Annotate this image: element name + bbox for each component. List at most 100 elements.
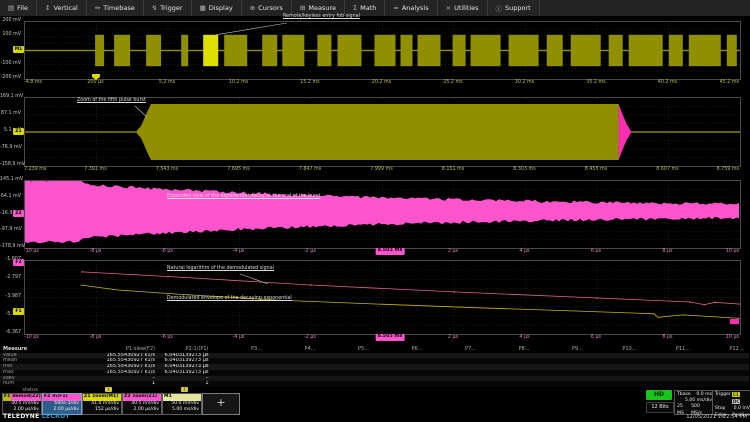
x-axis-label: 7.999 ms bbox=[370, 167, 392, 173]
x-axis-label: 30.2 ms bbox=[515, 80, 534, 86]
trace-descriptor-z2[interactable]: Z2zoom(Z1)40.5 mV/div2.00 µs/div bbox=[122, 393, 162, 415]
menu-item-label: Math bbox=[360, 4, 376, 12]
horizontal-scale: 152 µs/div bbox=[83, 407, 121, 413]
menu-measure-icon: ⊞ bbox=[300, 4, 305, 12]
burst bbox=[401, 35, 413, 66]
menu-file-icon: ▤ bbox=[8, 4, 14, 12]
trace-point-marker bbox=[310, 284, 311, 285]
trace-source: zoom(Z1) bbox=[132, 394, 161, 401]
x-axis-label: -4.8 ms bbox=[24, 80, 42, 86]
annotation-leader-line bbox=[135, 106, 147, 117]
x-axis-label: 8 µs bbox=[662, 249, 672, 255]
zoom-end-marker bbox=[730, 319, 739, 324]
hd-mode-indicator: HD bbox=[646, 390, 672, 400]
grid-4-plot[interactable] bbox=[24, 260, 741, 335]
menu-utilities-icon: × bbox=[446, 4, 451, 12]
trace-name: M1 bbox=[163, 394, 201, 401]
grid-2-plot[interactable] bbox=[24, 97, 741, 167]
trace-source: zoom(M1) bbox=[92, 394, 121, 401]
trace-name: F1 bbox=[3, 394, 11, 401]
zoom-position-badge[interactable]: 8.503 ms bbox=[376, 248, 405, 255]
x-axis-label: -4 µs bbox=[233, 335, 245, 341]
menu-display-icon: ▦ bbox=[200, 4, 206, 12]
menu-item-analysis[interactable]: ≈Analysis bbox=[385, 0, 437, 16]
x-axis-label: 15.2 ms bbox=[300, 80, 319, 86]
descriptor-header: F1demod(Z2) bbox=[3, 394, 41, 401]
trigger-label: Trigger bbox=[715, 392, 731, 406]
trigger-chips: C1 DC bbox=[731, 392, 750, 406]
x-axis-label: 2 µs bbox=[448, 249, 458, 255]
menu-item-vertical[interactable]: ↕Vertical bbox=[37, 0, 87, 16]
x-axis-label: -8 µs bbox=[90, 335, 102, 341]
burst bbox=[471, 35, 501, 66]
trace-source: ln(F1) bbox=[51, 394, 81, 401]
y-axis-label: 145.1 mV bbox=[0, 177, 21, 183]
menu-item-support[interactable]: ⓘSupport bbox=[488, 0, 540, 16]
y-axis-label: 64.1 mV bbox=[0, 194, 21, 200]
grid-3-plot[interactable] bbox=[24, 180, 741, 249]
x-axis-label: 7.543 ms bbox=[156, 167, 178, 173]
burst bbox=[262, 35, 277, 66]
burst bbox=[181, 35, 188, 66]
menu-item-utilities[interactable]: ×Utilities bbox=[438, 0, 488, 16]
menu-support-icon: ⓘ bbox=[496, 3, 503, 13]
burst bbox=[224, 35, 247, 66]
burst bbox=[282, 35, 304, 66]
x-axis-label: 8.303 ms bbox=[513, 167, 535, 173]
x-axis-label: -8 µs bbox=[90, 249, 102, 255]
burst bbox=[571, 35, 601, 66]
trace-descriptor-m1[interactable]: M150.0 mV/div5.00 ms/div bbox=[162, 393, 202, 415]
trace-badge-z1[interactable]: Z1 bbox=[13, 128, 24, 135]
annotation-demod-envelope: Demodulated envelope of the decaying exp… bbox=[167, 296, 292, 301]
menu-item-file[interactable]: ▤File bbox=[0, 0, 37, 16]
burst bbox=[727, 35, 737, 66]
add-trace-button[interactable]: + bbox=[202, 393, 240, 415]
y-axis-label: -158.9 mV bbox=[0, 162, 21, 168]
x-axis-label: -10 µs bbox=[24, 249, 39, 255]
burst bbox=[418, 35, 441, 66]
trace-descriptor-f1[interactable]: F1demod(Z2)40.5 mV/div2.00 µs/div bbox=[2, 393, 42, 415]
y-axis-label: -178.9 mV bbox=[0, 244, 21, 250]
x-axis-label: -2 µs bbox=[304, 249, 316, 255]
trace-badge-m1[interactable]: M1 bbox=[13, 46, 24, 53]
trace-point-marker bbox=[739, 303, 740, 304]
trace-descriptor-z1[interactable]: Z1zoom(M1)41.0 mV/div152 µs/div bbox=[82, 393, 122, 415]
trace-descriptor-f2[interactable]: F2ln(F1)680e-3/div2.00 µs/div bbox=[42, 393, 82, 415]
trigger-summary-box[interactable]: Trigger C1 DC Stop 0.0 mV Edge Positive bbox=[712, 390, 750, 415]
descriptor-header: Z1zoom(M1) bbox=[83, 394, 121, 401]
burst bbox=[629, 35, 663, 66]
menu-item-label: Cursors bbox=[258, 4, 283, 12]
trace-badge-f1[interactable]: F1 bbox=[13, 308, 24, 315]
x-axis-label: -6 µs bbox=[161, 249, 173, 255]
status-warning-icon[interactable]: ! bbox=[181, 387, 188, 392]
menu-cursors-icon: ⊕ bbox=[250, 4, 255, 12]
x-axis-label: -6 µs bbox=[161, 335, 173, 341]
menu-math-icon: Σ bbox=[353, 4, 357, 12]
burst bbox=[114, 35, 130, 66]
y-axis-label: -3.987 bbox=[0, 294, 21, 300]
trace-badge-z2[interactable]: Z2 bbox=[13, 210, 24, 217]
horizontal-scale: 2.00 µs/div bbox=[123, 407, 161, 413]
trigger-coupling-chip: DC bbox=[732, 399, 741, 404]
x-axis-label: 4 µs bbox=[519, 335, 529, 341]
grid-1-plot[interactable] bbox=[24, 21, 741, 80]
menu-item-timebase[interactable]: ↔Timebase bbox=[87, 0, 144, 16]
x-axis-label: 10.2 ms bbox=[229, 80, 248, 86]
x-axis-label: 4 µs bbox=[519, 249, 529, 255]
burst bbox=[609, 35, 623, 66]
timebase-summary-box[interactable]: Tbase 0.0 ms 5.00 ms/div 25 MS 500 MS/s bbox=[674, 390, 715, 415]
status-warning-icon[interactable]: ! bbox=[105, 387, 112, 392]
zoom-position-badge[interactable]: 8.503 ms bbox=[376, 334, 405, 341]
trace-badge-f2[interactable]: F2 bbox=[13, 259, 24, 266]
measure-table: MeasureP1:slew(F2)P2:1/(P1)P3...P4...P5.… bbox=[0, 346, 750, 394]
menu-item-display[interactable]: ▦Display bbox=[192, 0, 242, 16]
menu-item-trigger[interactable]: ↯Trigger bbox=[144, 0, 192, 16]
descriptor-header: M1 bbox=[163, 394, 201, 401]
menu-item-label: File bbox=[17, 4, 28, 12]
x-axis-label: 20.2 ms bbox=[372, 80, 391, 86]
descriptor-header: Z2zoom(Z1) bbox=[123, 394, 161, 401]
annotation-natural-log: Natural logarithm of the demodulated sig… bbox=[167, 266, 274, 271]
x-axis-label: 8.607 ms bbox=[656, 167, 678, 173]
x-axis-label: 200 µs bbox=[87, 80, 103, 86]
x-axis-label: 35.2 ms bbox=[586, 80, 605, 86]
